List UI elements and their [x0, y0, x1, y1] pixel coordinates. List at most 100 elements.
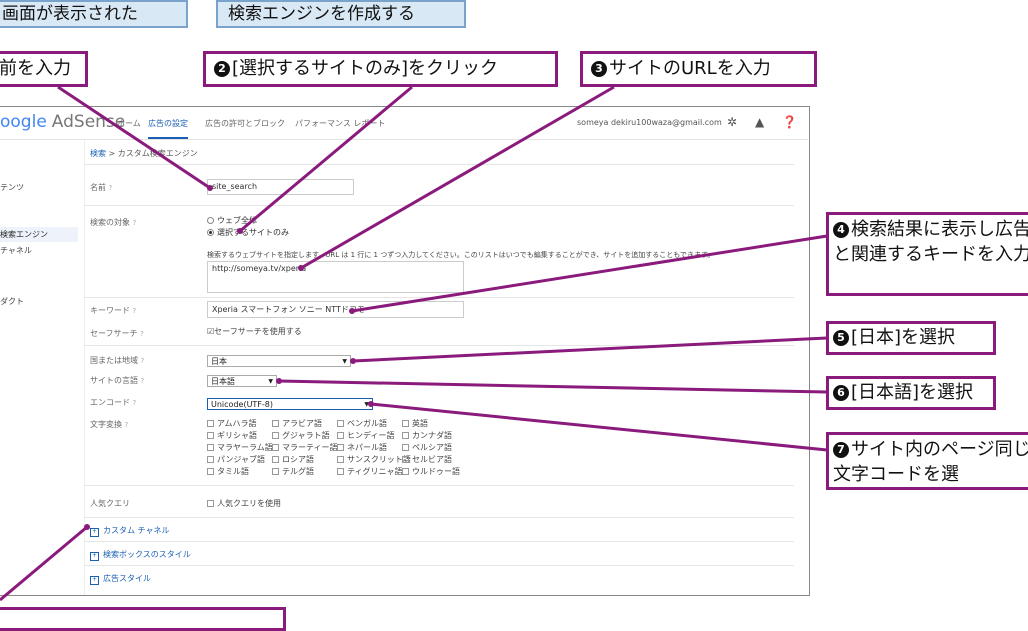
transliteration-checkbox[interactable]: 英語: [402, 418, 428, 429]
transliteration-checkbox-label: テルグ語: [282, 467, 314, 476]
callout-4-number: 4: [833, 222, 849, 238]
nav-tab-home[interactable]: ホーム: [117, 118, 141, 129]
transliteration-checkbox[interactable]: タミル語: [207, 466, 249, 477]
breadcrumb-root-link[interactable]: 検索: [90, 149, 106, 158]
transliteration-checkbox[interactable]: ペルシア語: [402, 442, 452, 453]
checkbox-box: [337, 444, 344, 451]
divider: [84, 205, 794, 206]
nav-tab-allow-block[interactable]: 広告の許可とブロック: [205, 118, 285, 129]
country-select[interactable]: 日本 ▼: [207, 355, 351, 367]
checkbox-box: [337, 468, 344, 475]
account-email[interactable]: someya dekiru100waza@gmail.com: [577, 118, 722, 127]
nav-tab-reports[interactable]: パフォーマンス レポート: [295, 118, 385, 129]
callout-3-text: サイトのURLを入力: [609, 58, 771, 79]
section-ad-style-label: 広告スタイル: [103, 574, 151, 583]
bell-icon[interactable]: ▲: [755, 115, 764, 129]
callout-7-number: 7: [833, 442, 849, 458]
top-bar: oogle AdSense ホーム 広告の設定 広告の許可とブロック パフォーマン…: [0, 107, 808, 140]
transliteration-checkbox[interactable]: サンスクリット語: [337, 454, 411, 465]
checkbox-box: [207, 432, 214, 439]
sites-textarea-value: http://someya.tv/xperia: [212, 264, 307, 273]
transliteration-checkbox-label: アラビア語: [282, 419, 322, 428]
transliteration-checkbox[interactable]: カンナダ語: [402, 430, 452, 441]
checkbox-box: [207, 420, 214, 427]
safesearch-checkbox-label: セーフサーチを使用する: [214, 327, 302, 336]
checkbox-box: [402, 456, 409, 463]
divider: [84, 517, 794, 518]
transliteration-checkbox-label: ベンガル語: [347, 419, 387, 428]
popular-queries-checkbox[interactable]: 人気クエリを使用: [207, 498, 281, 509]
encoding-select[interactable]: Unicode(UTF-8) ▼: [207, 398, 373, 410]
adsense-screenshot: oogle AdSense ホーム 広告の設定 広告の許可とブロック パフォーマン…: [0, 106, 810, 596]
gear-icon[interactable]: ✲: [727, 115, 737, 129]
sites-textarea[interactable]: http://someya.tv/xperia: [207, 261, 464, 293]
transliteration-checkbox-label: ネパール語: [347, 443, 387, 452]
help-icon[interactable]: ❓: [782, 115, 797, 129]
section-ad-style[interactable]: + 広告スタイル: [90, 573, 151, 585]
help-icon[interactable]: ?: [125, 421, 129, 429]
transliteration-checkbox[interactable]: マラーティー語: [272, 442, 338, 453]
transliteration-checkbox[interactable]: ベンガル語: [337, 418, 387, 429]
encoding-label: エンコード ?: [90, 397, 136, 408]
transliteration-checkbox[interactable]: ヒンディー語: [337, 430, 394, 441]
transliteration-checkbox[interactable]: セルビア語: [402, 454, 452, 465]
callout-6-text: [日本語]を選択: [851, 382, 974, 403]
transliteration-checkbox-label: セルビア語: [412, 455, 452, 464]
callout-5-number: 5: [833, 330, 849, 346]
help-icon[interactable]: ?: [133, 219, 137, 227]
transliteration-checkbox[interactable]: ギリシャ語: [207, 430, 257, 441]
transliteration-checkbox-label: ティグリニャ語: [347, 467, 403, 476]
breadcrumb-current: カスタム検索エンジン: [117, 149, 198, 158]
section-searchbox-style[interactable]: + 検索ボックスのスタイル: [90, 549, 191, 561]
transliteration-checkbox[interactable]: ロシア語: [272, 454, 314, 465]
help-icon[interactable]: ?: [140, 330, 144, 338]
checkbox-box: [402, 444, 409, 451]
transliteration-checkbox[interactable]: ネパール語: [337, 442, 387, 453]
help-icon[interactable]: ?: [141, 377, 145, 385]
sidebar-item-content[interactable]: テンツ: [0, 182, 24, 193]
callout-3-number: 3: [591, 61, 607, 77]
transliteration-checkbox[interactable]: ウルドゥー語: [402, 466, 460, 477]
sidebar-item-channels[interactable]: チャネル: [0, 245, 32, 256]
checkbox-box: [337, 420, 344, 427]
checkbox-box: [272, 444, 279, 451]
radio-dot-selected: [207, 229, 214, 236]
help-icon[interactable]: ?: [141, 357, 145, 365]
transliteration-label: 文字変換 ?: [90, 419, 128, 430]
transliteration-checkbox-label: 英語: [412, 419, 428, 428]
help-icon[interactable]: ?: [133, 399, 137, 407]
transliteration-checkbox[interactable]: アラビア語: [272, 418, 322, 429]
transliteration-checkbox-label: パンジャブ語: [217, 455, 265, 464]
transliteration-checkbox[interactable]: アムハラ語: [207, 418, 256, 429]
transliteration-checkbox[interactable]: パンジャブ語: [207, 454, 265, 465]
transliteration-checkbox[interactable]: マラヤーラム語: [207, 442, 273, 453]
checkbox-box: [402, 468, 409, 475]
radio-whole-web[interactable]: ウェブ全体: [207, 215, 257, 226]
help-icon[interactable]: ?: [133, 307, 137, 315]
section-custom-channels[interactable]: + カスタム チャネル: [90, 525, 169, 537]
divider: [84, 541, 794, 542]
nav-tab-ad-settings[interactable]: 広告の設定: [148, 118, 188, 139]
language-select[interactable]: 日本語 ▼: [207, 375, 277, 387]
sidebar-item-search-engine[interactable]: 検索エンジン: [0, 227, 78, 242]
name-input[interactable]: site_search: [207, 179, 354, 195]
transliteration-checkbox-label: グジャラト語: [282, 431, 330, 440]
radio-selected-sites[interactable]: 選択するサイトのみ: [207, 227, 289, 238]
callout-4-text: 検索結果に表示し広告と関連するキードを入力: [833, 219, 1028, 265]
transliteration-checkbox[interactable]: テルグ語: [272, 466, 314, 477]
dropdown-arrow-icon: ▼: [342, 358, 347, 365]
sidebar-item-products[interactable]: ダクト: [0, 296, 24, 307]
transliteration-checkbox[interactable]: ティグリニャ語: [337, 466, 403, 477]
callout-5: 5 [日本]を選択: [826, 321, 996, 355]
callout-7-text: サイト内のページ同じ文字コードを選: [833, 439, 1028, 485]
safesearch-checkbox[interactable]: ☑セーフサーチを使用する: [207, 326, 302, 337]
callout-2: 2 [選択するサイトのみ]をクリック: [203, 51, 558, 87]
radio-dot: [207, 217, 214, 224]
help-icon[interactable]: ?: [109, 184, 113, 192]
adsense-logo[interactable]: oogle AdSense: [0, 112, 125, 132]
step-header-left-text: 画面が表示された: [2, 4, 138, 24]
step-header-right-text: 検索エンジンを作成する: [228, 4, 415, 24]
transliteration-checkbox-label: タミル語: [217, 467, 249, 476]
keywords-input[interactable]: Xperia スマートフォン ソニー NTTドコモ: [207, 301, 464, 318]
transliteration-checkbox[interactable]: グジャラト語: [272, 430, 330, 441]
